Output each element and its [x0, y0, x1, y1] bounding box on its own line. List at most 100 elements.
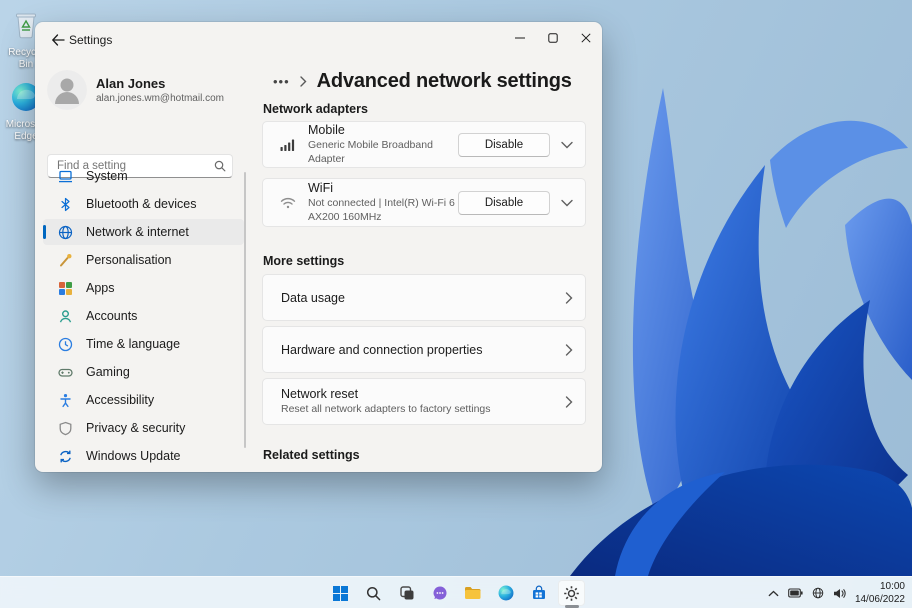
sidebar-item-windows-update[interactable]: Windows Update: [43, 443, 244, 469]
adapter-text: WiFi Not connected | Intel(R) Wi-Fi 6 AX…: [308, 181, 458, 223]
gear-icon: [564, 585, 579, 601]
network-globe-icon: [812, 587, 824, 599]
store-button[interactable]: [525, 580, 552, 606]
sidebar-item-label: Accessibility: [86, 393, 155, 407]
sidebar-item-label: Personalisation: [86, 253, 172, 267]
network-globe-icon: [58, 225, 73, 240]
clock-time: 10:00: [879, 581, 905, 592]
edge-button[interactable]: [492, 580, 519, 606]
system-icon: [58, 169, 73, 184]
sidebar-item-gaming[interactable]: Gaming: [43, 359, 244, 385]
accounts-person-icon: [58, 309, 73, 324]
sidebar-nav: System Bluetooth & devices Network & int…: [43, 163, 244, 471]
accessibility-person-icon: [58, 393, 73, 408]
taskbar-center-icons: [327, 577, 585, 608]
sidebar-item-privacy-security[interactable]: Privacy & security: [43, 415, 244, 441]
network-tray-button[interactable]: [812, 587, 824, 599]
network-reset-card[interactable]: Network reset Reset all network adapters…: [262, 378, 586, 425]
sidebar-item-label: Network & internet: [86, 225, 189, 239]
avatar-person-icon: [47, 70, 87, 110]
breadcrumb-overflow-button[interactable]: •••: [273, 74, 290, 89]
wifi-icon: [279, 196, 297, 209]
battery-tray-button[interactable]: [788, 588, 803, 598]
sidebar-item-time-language[interactable]: Time & language: [43, 331, 244, 357]
windows-start-icon: [333, 585, 348, 601]
sidebar-scrollbar[interactable]: [244, 172, 246, 448]
task-view-button[interactable]: [393, 580, 420, 606]
disable-button[interactable]: Disable: [458, 132, 550, 157]
window-title: Settings: [69, 33, 113, 47]
settings-window: Settings Alan Jones alan.jones.wm@hotmai…: [35, 22, 602, 472]
navigate-chevron: [565, 291, 573, 304]
selected-indicator: [43, 225, 46, 239]
clock-date: 14/06/2022: [854, 594, 905, 605]
sidebar-item-accounts[interactable]: Accounts: [43, 303, 244, 329]
chat-button[interactable]: [426, 580, 453, 606]
sidebar-item-label: Bluetooth & devices: [86, 197, 197, 211]
disable-button[interactable]: Disable: [458, 190, 550, 215]
back-button[interactable]: [45, 29, 71, 51]
sidebar-item-label: Gaming: [86, 365, 130, 379]
show-hidden-icons-button[interactable]: [768, 590, 779, 597]
chevron-right-icon: [565, 343, 573, 356]
maximize-icon: [547, 33, 558, 43]
volume-icon: [833, 588, 846, 598]
sidebar-item-personalisation[interactable]: Personalisation: [43, 247, 244, 273]
clock-icon: [58, 337, 73, 352]
sidebar: Alan Jones alan.jones.wm@hotmail.com Sys…: [35, 58, 250, 472]
user-text: Alan Jones alan.jones.wm@hotmail.com: [96, 76, 224, 104]
taskbar-search-button[interactable]: [360, 580, 387, 606]
system-tray: 10:00 14/06/2022: [768, 577, 905, 608]
section-heading-more-settings: More settings: [263, 254, 345, 268]
card-subtitle: Reset all network adapters to factory se…: [281, 402, 491, 415]
settings-button[interactable]: [558, 580, 585, 608]
sidebar-item-label: System: [86, 169, 128, 183]
sidebar-item-accessibility[interactable]: Accessibility: [43, 387, 244, 413]
file-explorer-icon: [465, 587, 481, 599]
page-title: Advanced network settings: [316, 69, 572, 92]
card-text: Data usage: [281, 291, 565, 305]
expand-chevron[interactable]: [561, 141, 573, 149]
chevron-right-icon: [565, 291, 573, 304]
chat-icon: [433, 586, 447, 600]
breadcrumb: ••• Advanced network settings: [273, 66, 572, 96]
sidebar-item-network-internet[interactable]: Network & internet: [43, 219, 244, 245]
file-explorer-button[interactable]: [459, 580, 486, 606]
start-button[interactable]: [327, 580, 354, 606]
bluetooth-icon: [58, 197, 73, 212]
sidebar-item-label: Accounts: [86, 309, 138, 323]
close-button[interactable]: [569, 24, 602, 52]
user-profile[interactable]: Alan Jones alan.jones.wm@hotmail.com: [47, 68, 237, 112]
search-icon: [366, 586, 381, 600]
chevron-down-icon: [561, 199, 573, 206]
card-title: Network reset: [281, 386, 359, 401]
sidebar-item-bluetooth-devices[interactable]: Bluetooth & devices: [43, 191, 244, 217]
maximize-button[interactable]: [536, 24, 569, 52]
volume-tray-button[interactable]: [833, 588, 846, 599]
section-heading-related-settings: Related settings: [263, 448, 360, 462]
adapter-card-wifi[interactable]: WiFi Not connected | Intel(R) Wi-Fi 6 AX…: [262, 178, 586, 227]
sidebar-item-apps[interactable]: Apps: [43, 275, 244, 301]
avatar: [47, 70, 87, 110]
minimize-button[interactable]: [503, 24, 536, 52]
hardware-properties-card[interactable]: Hardware and connection properties: [262, 326, 586, 373]
titlebar: Settings: [35, 22, 602, 58]
adapter-name: Mobile: [308, 123, 345, 138]
data-usage-card[interactable]: Data usage: [262, 274, 586, 321]
navigate-chevron: [565, 395, 573, 408]
sidebar-item-system[interactable]: System: [43, 163, 244, 189]
adapter-description: Generic Mobile Broadband Adapter: [308, 139, 433, 165]
chevron-right-icon: [565, 395, 573, 408]
back-arrow-icon: [51, 34, 65, 46]
sidebar-item-label: Apps: [86, 281, 115, 295]
sidebar-item-label: Time & language: [86, 337, 181, 351]
section-heading-network-adapters: Network adapters: [263, 102, 368, 116]
user-name: Alan Jones: [96, 76, 166, 91]
adapter-card-mobile[interactable]: Mobile Generic Mobile Broadband Adapter …: [262, 121, 586, 168]
card-title: Data usage: [281, 290, 345, 305]
expand-chevron[interactable]: [561, 199, 573, 207]
apps-grid-icon: [58, 281, 73, 296]
navigate-chevron: [565, 343, 573, 356]
clock[interactable]: 10:00 14/06/2022: [855, 580, 905, 606]
close-icon: [580, 33, 591, 43]
